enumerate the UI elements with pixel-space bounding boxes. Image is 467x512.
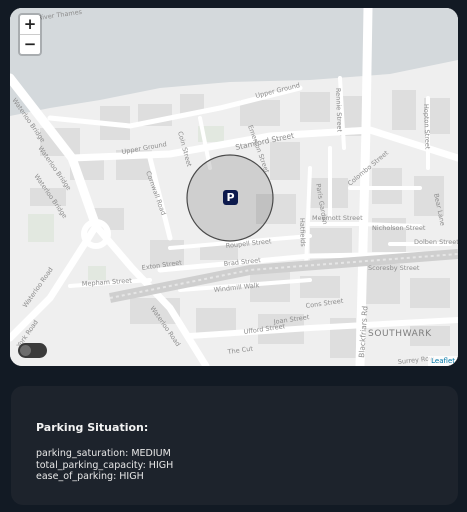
map-view[interactable]: River Thames Stamford Street Waterloo Br… [10,8,458,366]
leaflet-attribution-link[interactable]: Leaflet [428,356,458,366]
map-toggle-switch[interactable] [18,343,47,358]
map-label-nicholson-street: Nicholson Street [372,224,426,232]
parking-saturation-line: parking_saturation: MEDIUM [36,448,171,459]
toggle-knob [20,345,31,356]
map-label-hopton-street: Hopton Street [422,104,432,150]
zoom-control: + − [18,13,42,56]
map-label-rennie-street: Rennie Street [334,88,344,133]
map-label-southwark: SOUTHWARK [368,329,432,339]
total-parking-capacity-line: total_parking_capacity: HIGH [36,459,174,471]
parking-details-list: parking_saturation: MEDIUM total_parking… [36,448,173,483]
map-label-scoresby-street: Scoresby Street [368,264,420,272]
map-label-hatfields: Hatfields [298,218,307,248]
zoom-in-button[interactable]: + [20,15,40,34]
map-label-dolben-street: Dolben Street [414,238,458,246]
zoom-out-button[interactable]: − [20,34,40,54]
ease-of-parking-line: ease_of_parking: HIGH [36,471,144,482]
map-tiles: River Thames Stamford Street Waterloo Br… [10,8,458,366]
parking-marker-icon[interactable]: P [223,190,238,205]
parking-situation-title: Parking Situation: [36,421,149,434]
parking-info-panel: Parking Situation: parking_saturation: M… [11,386,458,505]
